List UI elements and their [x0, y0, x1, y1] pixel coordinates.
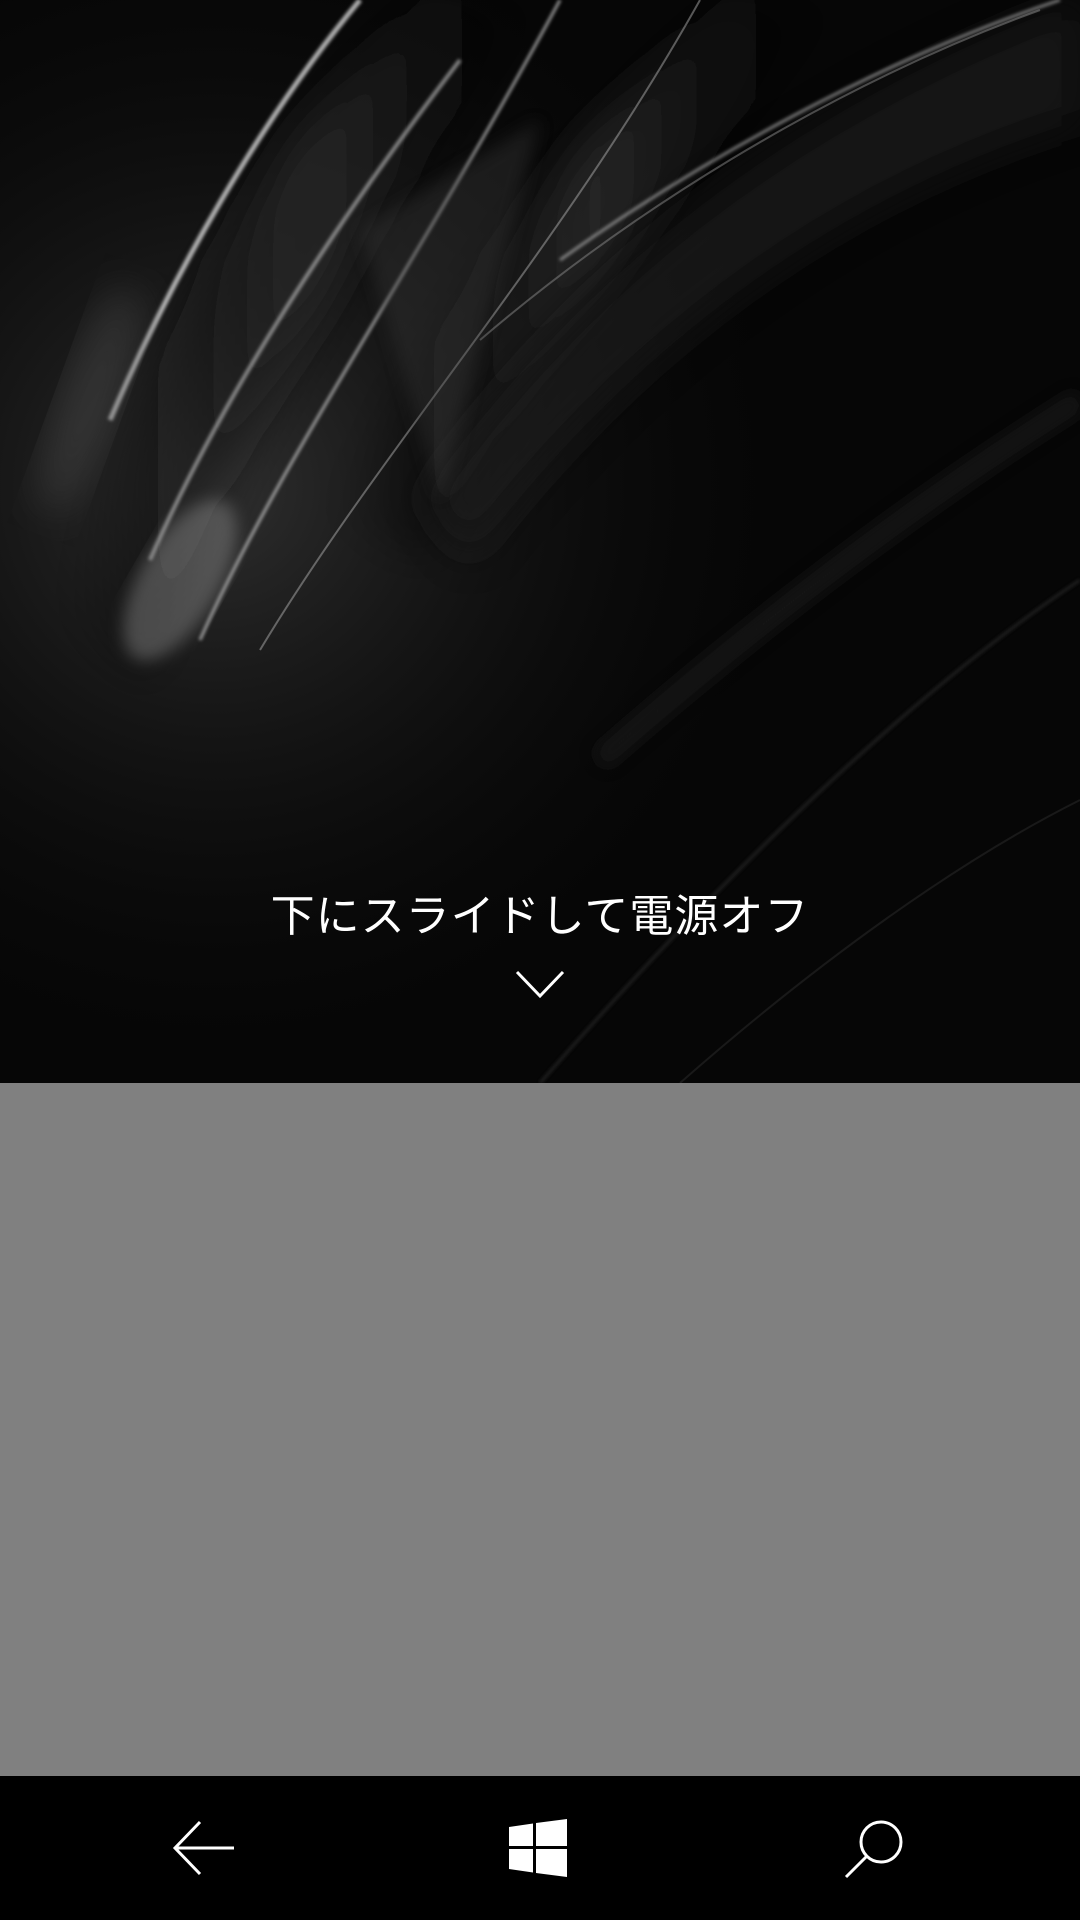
- home-button[interactable]: [438, 1776, 638, 1920]
- chevron-down-icon: [515, 970, 565, 999]
- back-button[interactable]: [104, 1776, 304, 1920]
- search-button[interactable]: [775, 1776, 975, 1920]
- slide-to-power-off-panel[interactable]: 下にスライドして電源オフ: [0, 0, 1080, 1083]
- navigation-bar: [0, 1776, 1080, 1920]
- dimmed-background: [0, 1083, 1080, 1776]
- search-icon: [844, 1820, 903, 1879]
- windows-logo-icon: [509, 1819, 567, 1877]
- screen: 下にスライドして電源オフ: [0, 0, 1080, 1920]
- back-arrow-icon: [172, 1820, 234, 1876]
- slide-to-power-off-label: 下にスライドして電源オフ: [270, 891, 810, 942]
